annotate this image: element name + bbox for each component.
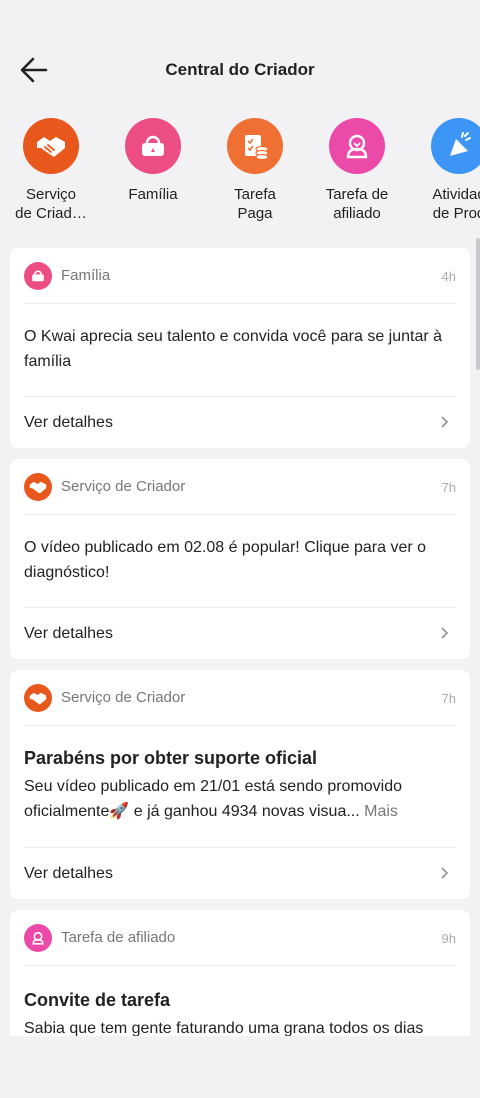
card-source: Família bbox=[61, 267, 111, 284]
card-time: 7h bbox=[441, 691, 456, 706]
card-header: Tarefa de afiliado 9h bbox=[24, 910, 456, 966]
notification-card[interactable]: Tarefa de afiliado 9h Convite de tarefa … bbox=[10, 910, 470, 1036]
handshake-icon bbox=[23, 118, 79, 174]
family-icon bbox=[24, 262, 52, 290]
card-source: Serviço de Criador bbox=[61, 478, 186, 495]
card-text: Sabia que tem gente faturando uma grana … bbox=[24, 1020, 424, 1036]
card-text: O vídeo publicado em 02.08 é popular! Cl… bbox=[24, 539, 427, 581]
more-link[interactable]: Mais bbox=[364, 803, 398, 820]
view-details-label: Ver detalhes bbox=[24, 414, 113, 431]
handshake-icon bbox=[24, 684, 52, 712]
card-text: Seu vídeo publicado em 21/01 está sendo … bbox=[24, 778, 403, 820]
view-details-button[interactable]: Ver detalhes bbox=[24, 847, 456, 899]
category-family[interactable]: Família bbox=[108, 118, 198, 204]
card-time: 9h bbox=[441, 931, 456, 946]
category-label: Tarefa Paga bbox=[234, 186, 276, 222]
page-title: Central do Criador bbox=[165, 60, 315, 79]
chevron-right-icon bbox=[440, 866, 450, 885]
category-row: Serviço de Criad… Família Tarefa Paga Ta… bbox=[0, 118, 480, 230]
category-paid-task[interactable]: Tarefa Paga bbox=[210, 118, 300, 223]
category-label: Serviço de Criad… bbox=[15, 186, 87, 222]
affiliate-icon bbox=[24, 924, 52, 952]
view-details-label: Ver detalhes bbox=[24, 865, 113, 882]
top-bar: Central do Criador bbox=[0, 0, 480, 108]
category-affiliate-task[interactable]: Tarefa de afiliado bbox=[312, 118, 402, 223]
paid-task-icon bbox=[227, 118, 283, 174]
chevron-right-icon bbox=[440, 415, 450, 434]
chevron-right-icon bbox=[440, 626, 450, 645]
category-creator-service[interactable]: Serviço de Criad… bbox=[6, 118, 96, 223]
view-details-label: Ver detalhes bbox=[24, 625, 113, 642]
family-icon bbox=[125, 118, 181, 174]
card-source: Tarefa de afiliado bbox=[61, 929, 176, 946]
card-title: Convite de tarefa bbox=[24, 990, 171, 1010]
category-product-activity[interactable]: Atividad de Prod bbox=[414, 118, 480, 223]
notification-card[interactable]: Família 4h O Kwai aprecia seu talento e … bbox=[10, 248, 470, 448]
notification-card[interactable]: Serviço de Criador 7h Parabéns por obter… bbox=[10, 670, 470, 899]
view-details-button[interactable]: Ver detalhes bbox=[24, 396, 456, 448]
category-label: Tarefa de afiliado bbox=[325, 186, 389, 222]
card-text-wrap: Seu vídeo publicado em 21/01 está sendo … bbox=[24, 774, 456, 824]
card-header: Serviço de Criador 7h bbox=[24, 459, 456, 515]
card-header: Serviço de Criador 7h bbox=[24, 670, 456, 726]
card-text: O Kwai aprecia seu talento e convida voc… bbox=[24, 328, 443, 370]
card-title: Parabéns por obter suporte oficial bbox=[24, 748, 318, 768]
card-time: 4h bbox=[441, 269, 456, 284]
megaphone-icon bbox=[431, 118, 480, 174]
notification-card[interactable]: Serviço de Criador 7h O vídeo publicado … bbox=[10, 459, 470, 659]
card-source: Serviço de Criador bbox=[61, 689, 186, 706]
scrollbar[interactable] bbox=[476, 238, 480, 370]
card-time: 7h bbox=[441, 480, 456, 495]
handshake-icon bbox=[24, 473, 52, 501]
card-header: Família 4h bbox=[24, 248, 456, 304]
affiliate-icon bbox=[329, 118, 385, 174]
category-label: Atividad de Prod bbox=[432, 186, 480, 222]
view-details-button[interactable]: Ver detalhes bbox=[24, 607, 456, 659]
category-label: Família bbox=[128, 186, 178, 203]
